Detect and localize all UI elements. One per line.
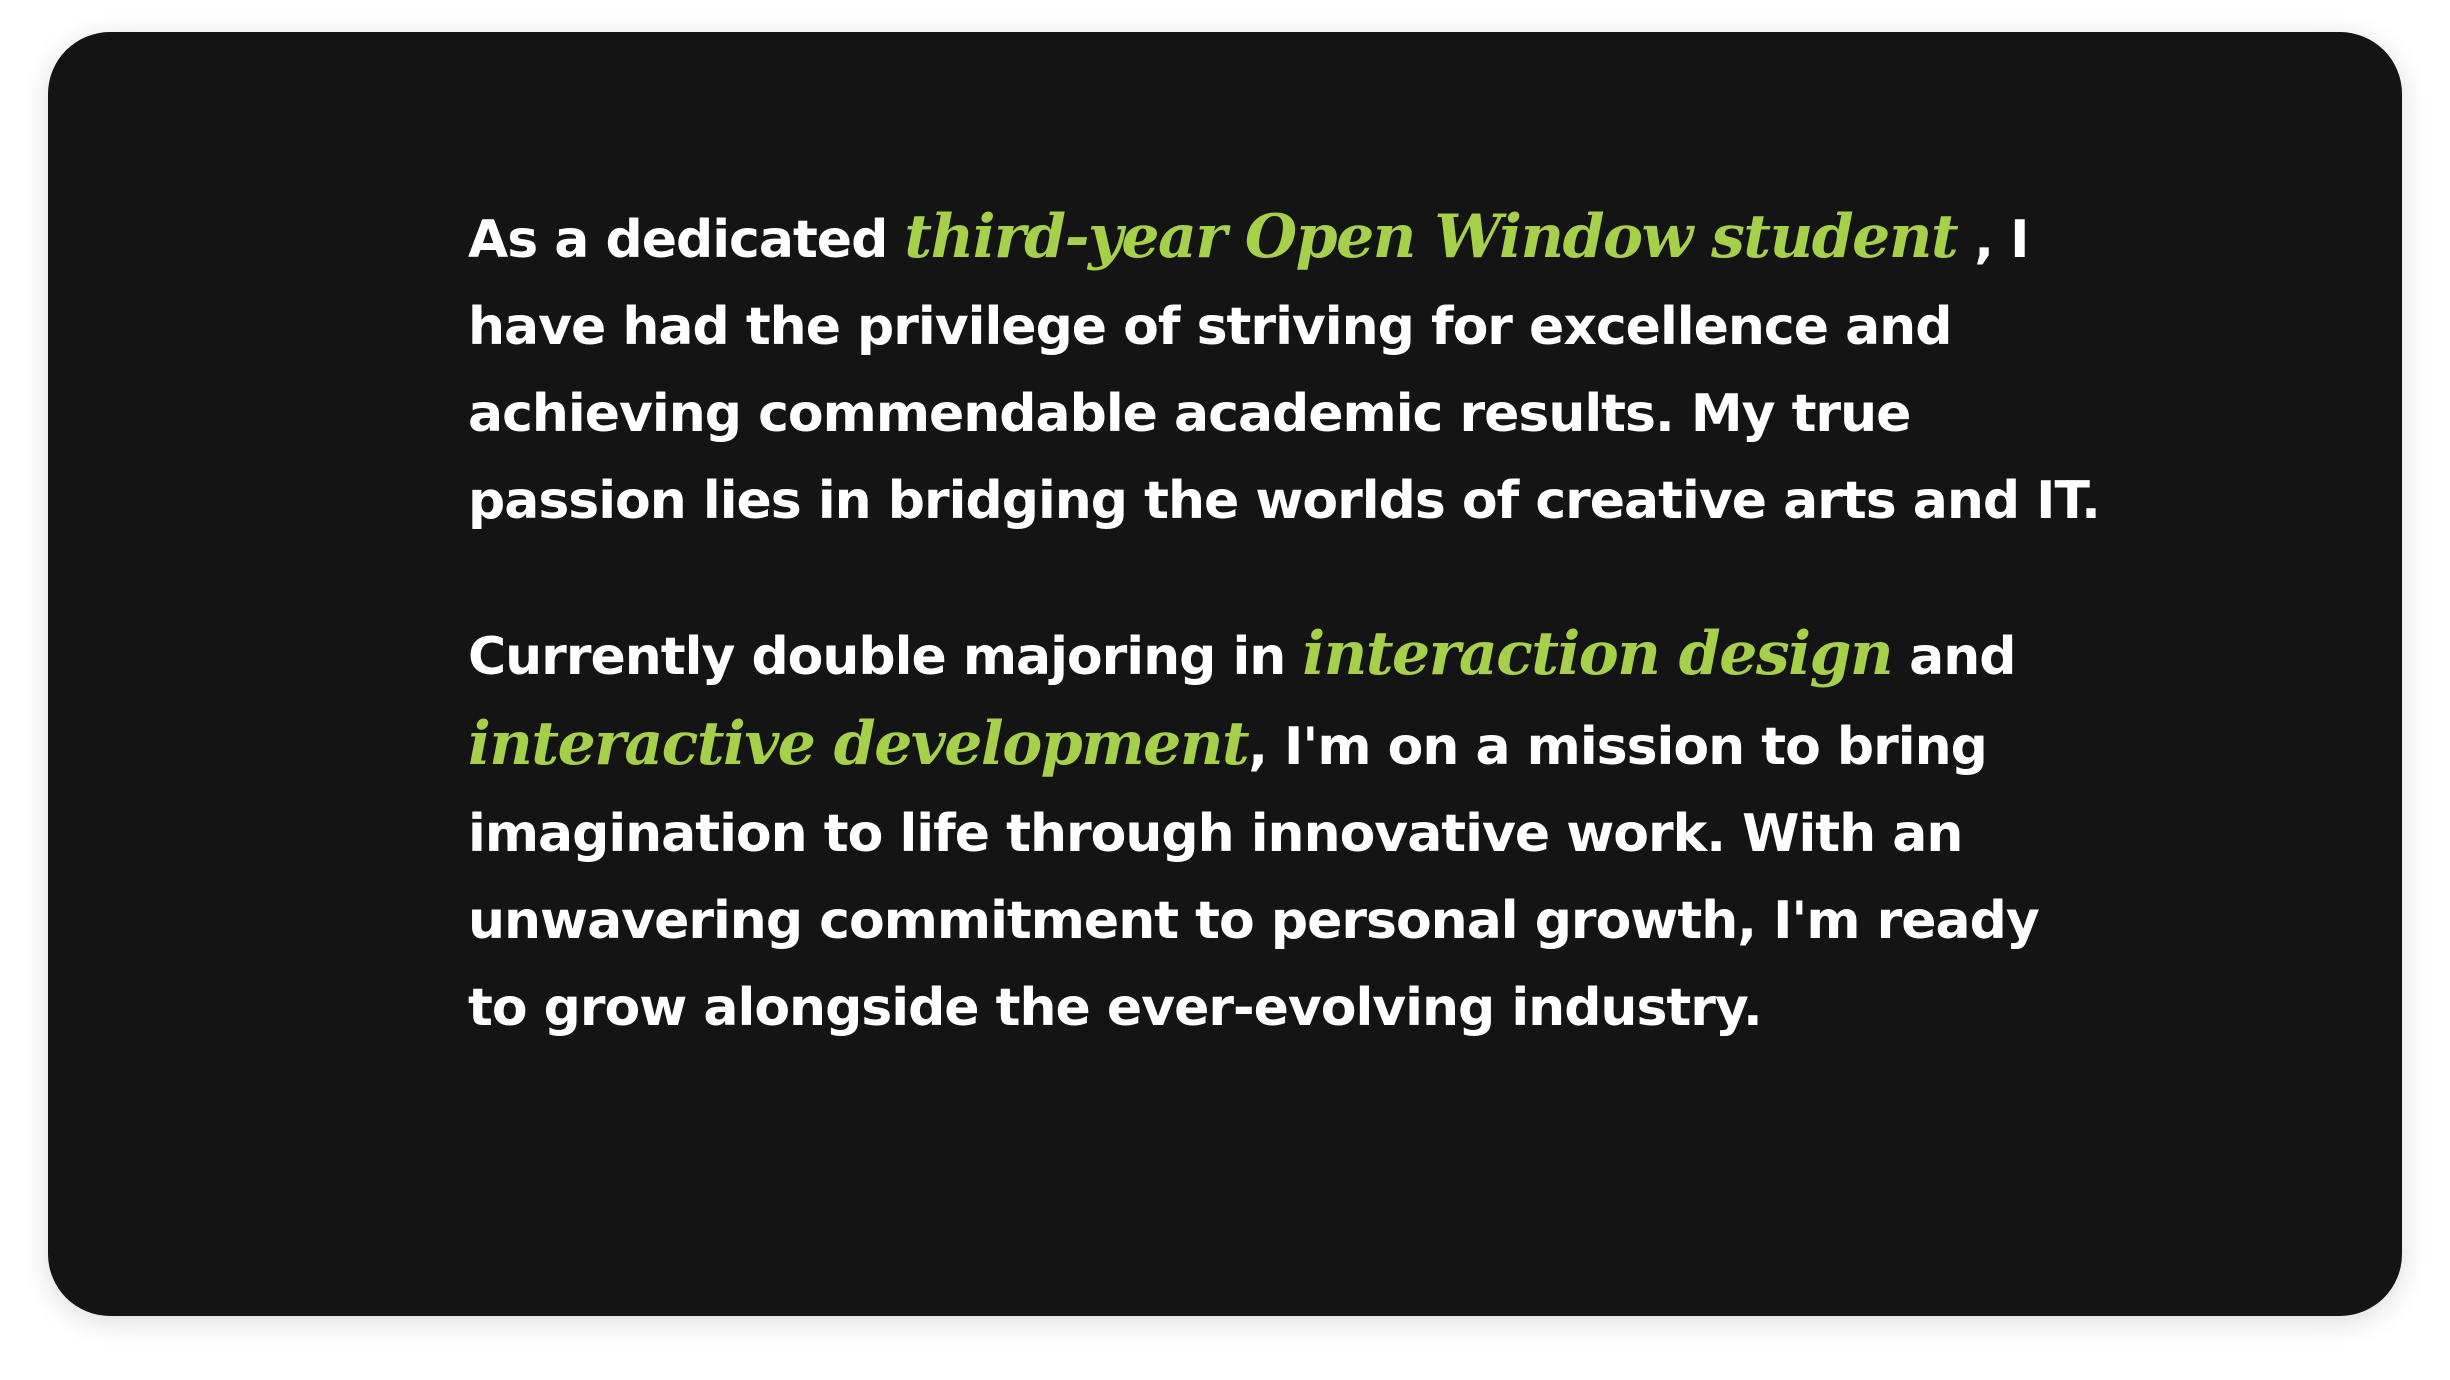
- about-card: As a dedicated third-year Open Window st…: [48, 32, 2402, 1316]
- about-paragraph-1: As a dedicated third-year Open Window st…: [468, 194, 2108, 545]
- about-paragraph-2: Currently double majoring in interaction…: [468, 611, 2108, 1052]
- paragraph-1-lead: As a dedicated: [468, 210, 905, 270]
- highlight-interaction-design: interaction design: [1302, 619, 1893, 689]
- paragraph-2-lead: Currently double majoring in: [468, 627, 1303, 687]
- highlight-interactive-development: interactive development: [468, 709, 1250, 779]
- paragraph-2-middle: and: [1892, 627, 2016, 687]
- highlight-third-year-student: third-year Open Window student: [904, 202, 1958, 272]
- about-text: As a dedicated third-year Open Window st…: [468, 194, 2108, 1118]
